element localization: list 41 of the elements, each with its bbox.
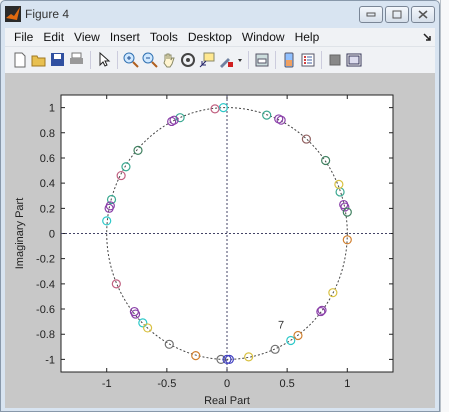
window-title: Figure 4 (25, 7, 70, 22)
minimize-icon (366, 11, 376, 18)
tick-label: 0.2 (40, 203, 55, 216)
close-button[interactable] (411, 6, 435, 23)
dock-icon[interactable] (423, 32, 431, 41)
menu-item[interactable]: Desktop (182, 28, 237, 45)
tick-label: -1 (45, 354, 55, 366)
menu-item[interactable]: Insert (104, 28, 145, 45)
tick-label: 0 (224, 378, 230, 390)
menu-item[interactable]: Window (236, 28, 290, 45)
tick-label: -0.4 (36, 278, 55, 291)
minimize-button[interactable] (359, 6, 383, 23)
zoom-in-icon[interactable] (122, 51, 140, 70)
app-icon (5, 6, 21, 22)
menu-item[interactable]: View (69, 28, 105, 45)
tick-label: 0.4 (40, 178, 55, 190)
y-axis-label: Imaginary Part (14, 198, 26, 270)
maximize-button[interactable] (385, 6, 409, 23)
tick-label: -0.5 (157, 378, 176, 390)
menu-item[interactable]: Help (290, 28, 324, 45)
maximize-icon (392, 10, 402, 19)
close-icon (418, 10, 428, 19)
tick-label: -0.2 (36, 254, 55, 266)
tick-label: 1 (344, 378, 350, 390)
tick-label: 1 (48, 102, 55, 115)
tick-label: 0.5 (280, 378, 295, 390)
tick-label: -0.6 (36, 304, 55, 316)
tick-label: -0.8 (36, 329, 55, 342)
menu-item[interactable]: File (9, 28, 38, 45)
zoom-out-icon[interactable] (141, 51, 159, 70)
x-axis-label: Real Part (204, 395, 250, 407)
panels-icon[interactable] (345, 51, 363, 70)
tick-label: 0.6 (40, 152, 55, 165)
legend-icon[interactable] (299, 51, 317, 70)
multiplicity-label: 7 (278, 320, 284, 332)
tick-label: 0.8 (40, 128, 55, 140)
tick-label: 0 (48, 228, 55, 240)
menu-item[interactable]: Edit (38, 28, 70, 45)
tick-label: -1 (102, 378, 112, 390)
menu-item[interactable]: Tools (144, 28, 183, 45)
data-cursor-icon[interactable] (198, 51, 216, 70)
